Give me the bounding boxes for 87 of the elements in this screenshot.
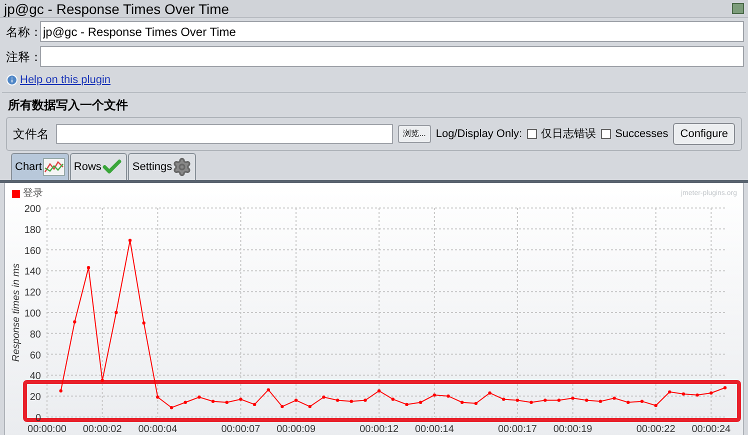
point: [114, 310, 118, 314]
point: [252, 402, 256, 406]
point: [364, 398, 367, 402]
point: [654, 404, 658, 408]
y-tick-label: 80: [30, 329, 41, 340]
point: [696, 393, 699, 397]
point: [128, 238, 132, 242]
point: [377, 389, 381, 392]
window-title: jp@gc - Response Times Over Time: [4, 2, 230, 16]
field-label: 文件名: [13, 126, 50, 143]
point: [502, 398, 506, 401]
point: [557, 398, 561, 402]
point: [474, 402, 478, 406]
checkbox-label: Successes: [615, 126, 668, 142]
point: [682, 392, 686, 396]
x-tick-label: 00:00:14: [414, 424, 454, 433]
x-tick-label: 00:00:19: [553, 424, 592, 433]
point: [516, 398, 520, 402]
point: [571, 396, 574, 400]
y-tick-label: 40: [30, 371, 41, 382]
point: [585, 398, 588, 402]
point: [626, 400, 630, 404]
point: [142, 321, 146, 325]
point: [225, 400, 228, 404]
point: [308, 404, 312, 408]
log-display-label: Log/Display Only:: [436, 126, 522, 142]
x-tick-label: 00:00:07: [221, 424, 260, 433]
x-tick-label: 00:00:04: [138, 424, 178, 433]
point: [336, 398, 340, 402]
point: [668, 390, 672, 394]
configure-button[interactable]: Configure: [673, 123, 735, 145]
field-label: 名称：: [5, 24, 40, 40]
x-tick-label: 00:00:12: [360, 424, 399, 433]
point: [710, 391, 713, 395]
x-tick-label: 00:00:17: [498, 424, 537, 433]
point: [530, 400, 533, 404]
legend-label: 登录: [23, 187, 43, 201]
point: [100, 378, 104, 382]
point: [266, 388, 270, 392]
text-field[interactable]: jp@gc - Response Times Over Time: [40, 21, 744, 42]
y-tick-label: 200: [24, 204, 41, 215]
tab[interactable]: Settings: [128, 153, 196, 180]
point: [294, 398, 298, 402]
point: [446, 394, 450, 398]
y-tick-label: 180: [24, 224, 41, 236]
section-title: 所有数据写入一个文件: [8, 98, 128, 112]
point: [198, 396, 201, 399]
y-tick-label: 120: [24, 288, 41, 299]
point: [598, 400, 602, 403]
browse-button[interactable]: 浏览...: [398, 125, 431, 143]
point: [73, 320, 76, 324]
point: [350, 400, 354, 403]
x-tick-label: 00:00:02: [82, 424, 122, 433]
y-axis-title: Response times in ms: [11, 263, 22, 362]
point: [156, 396, 160, 399]
point: [640, 400, 644, 403]
point: [239, 398, 242, 401]
checkbox-label: 仅日志错误: [541, 126, 596, 142]
x-tick-label: 00:00:24: [692, 424, 731, 433]
y-tick-label: 60: [30, 350, 41, 362]
point: [322, 396, 326, 399]
point: [211, 400, 215, 403]
point: [460, 400, 464, 404]
point: [418, 400, 422, 404]
point: [723, 386, 727, 390]
point: [612, 396, 616, 400]
point: [184, 400, 187, 404]
point: [170, 406, 174, 410]
tab[interactable]: Rows: [70, 153, 128, 180]
point: [86, 266, 90, 270]
point: [59, 389, 62, 392]
y-tick-label: 20: [30, 392, 41, 404]
help-link[interactable]: Help on this plugin: [20, 72, 111, 88]
point: [432, 393, 436, 397]
x-tick-label: 00:00:22: [636, 424, 676, 433]
point: [544, 398, 547, 402]
point: [488, 391, 492, 395]
x-tick-label: 00:00:00: [28, 424, 66, 433]
point: [405, 402, 408, 406]
y-tick-label: 140: [24, 266, 41, 278]
point: [280, 404, 284, 408]
tab[interactable]: Chart: [11, 153, 69, 180]
field-label: 注释：: [5, 48, 40, 66]
x-tick-label: 00:00:09: [276, 424, 316, 433]
y-tick-label: 160: [24, 246, 41, 257]
point: [391, 398, 395, 401]
y-tick-label: 100: [24, 308, 41, 320]
